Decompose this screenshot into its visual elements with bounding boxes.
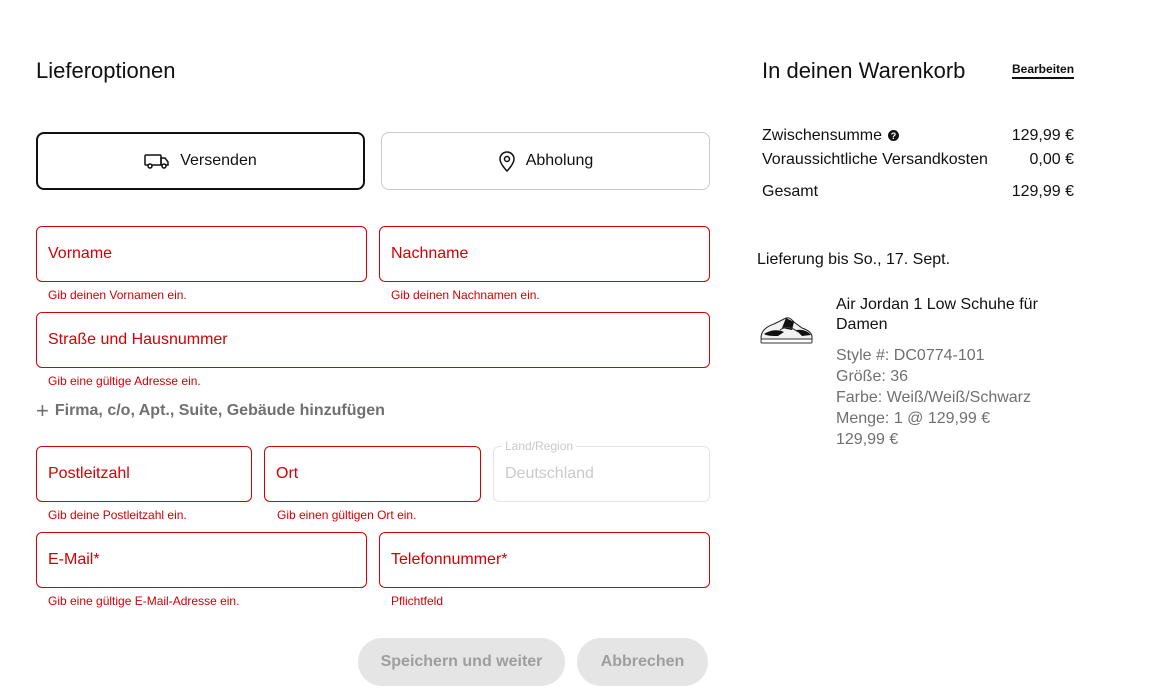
street-error: Gib eine gültige Adresse ein. bbox=[48, 374, 201, 388]
cancel-button[interactable]: Abbrechen bbox=[577, 638, 708, 686]
country-value: Deutschland bbox=[505, 465, 594, 482]
subtotal-row: Zwischensumme? 129,99 € bbox=[762, 127, 1074, 145]
phone-error: Pflichtfeld bbox=[391, 594, 444, 608]
subtotal-value: 129,99 € bbox=[1011, 127, 1074, 144]
product-color: Farbe: Weiß/Weiß/Schwarz bbox=[836, 389, 1032, 406]
phone-field[interactable]: Telefonnummer* bbox=[379, 532, 710, 588]
country-label: Land/Region bbox=[502, 439, 577, 453]
last-name-error: Gib deinen Nachnamen ein. bbox=[391, 288, 540, 302]
ship-option-button[interactable]: Versenden bbox=[36, 132, 365, 190]
pickup-option-button[interactable]: Abholung bbox=[381, 132, 710, 190]
total-label: Gesamt bbox=[762, 183, 819, 200]
help-icon[interactable]: ? bbox=[888, 130, 900, 142]
pickup-option-label: Abholung bbox=[525, 152, 594, 169]
city-error: Gib einen gültigen Ort ein. bbox=[277, 508, 417, 522]
shipping-label: Voraussichtliche Versandkosten bbox=[762, 151, 988, 168]
last-name-field[interactable]: Nachname bbox=[379, 226, 710, 282]
street-field[interactable]: Straße und Hausnummer bbox=[36, 312, 710, 368]
shipping-value: 0,00 € bbox=[1029, 151, 1074, 168]
postal-code-error: Gib deine Postleitzahl ein. bbox=[48, 508, 187, 522]
ship-option-label: Versenden bbox=[180, 152, 257, 169]
location-pin-icon bbox=[498, 150, 516, 172]
truck-icon bbox=[144, 152, 170, 170]
plus-icon: + bbox=[36, 398, 49, 423]
product-details: Air Jordan 1 Low Schuhe für Damen Style … bbox=[836, 295, 1076, 450]
product-quantity: Menge: 1 @ 129,99 € bbox=[836, 410, 991, 427]
postal-code-label: Postleitzahl bbox=[48, 465, 130, 482]
product-price: 129,99 € bbox=[836, 431, 899, 448]
add-address-line-label: Firma, c/o, Apt., Suite, Gebäude hinzufü… bbox=[54, 402, 385, 419]
phone-label: Telefonnummer* bbox=[391, 551, 508, 568]
city-label: Ort bbox=[276, 465, 299, 482]
product-name: Air Jordan 1 Low Schuhe für Damen bbox=[836, 296, 1038, 333]
product-size: Größe: 36 bbox=[836, 368, 909, 385]
delivery-date: Lieferung bis So., 17. Sept. bbox=[757, 251, 951, 268]
save-continue-button[interactable]: Speichern und weiter bbox=[358, 638, 565, 686]
postal-code-field[interactable]: Postleitzahl bbox=[36, 446, 252, 502]
last-name-label: Nachname bbox=[391, 245, 469, 262]
total-row: Gesamt 129,99 € bbox=[762, 183, 1074, 201]
street-label: Straße und Hausnummer bbox=[48, 331, 228, 348]
email-label: E-Mail* bbox=[48, 551, 100, 568]
city-field[interactable]: Ort bbox=[264, 446, 481, 502]
cart-title: In deinen Warenkorb bbox=[762, 58, 966, 83]
email-error: Gib eine gültige E-Mail-Adresse ein. bbox=[48, 594, 240, 608]
add-address-line-link[interactable]: + Firma, c/o, Apt., Suite, Gebäude hinzu… bbox=[36, 398, 385, 423]
edit-cart-link[interactable]: Bearbeiten bbox=[1012, 62, 1075, 79]
first-name-label: Vorname bbox=[48, 245, 113, 262]
first-name-error: Gib deinen Vornamen ein. bbox=[48, 288, 187, 302]
first-name-field[interactable]: Vorname bbox=[36, 226, 367, 282]
shipping-row: Voraussichtliche Versandkosten 0,00 € bbox=[762, 151, 1074, 169]
product-image bbox=[758, 312, 814, 346]
product-style: Style #: DC0774-101 bbox=[836, 347, 985, 364]
total-value: 129,99 € bbox=[1011, 183, 1074, 200]
delivery-options-title: Lieferoptionen bbox=[36, 58, 176, 83]
country-field: Land/Region Deutschland bbox=[493, 439, 710, 502]
email-field[interactable]: E-Mail* bbox=[36, 532, 367, 588]
subtotal-label: Zwischensumme bbox=[762, 127, 883, 144]
